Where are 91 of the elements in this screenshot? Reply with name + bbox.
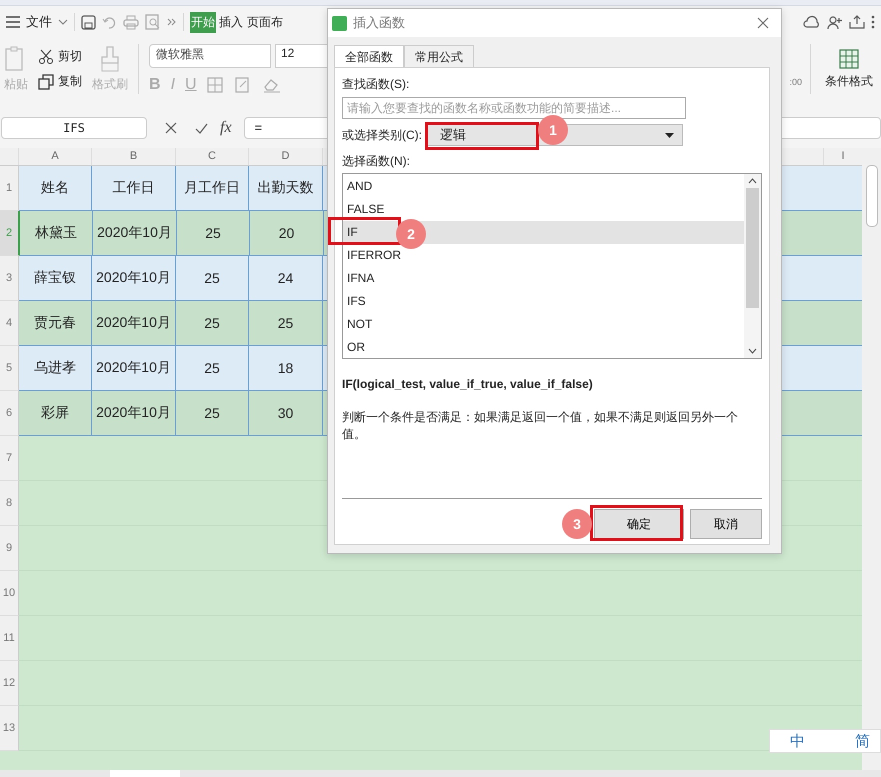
close-icon[interactable]: [757, 17, 769, 29]
table-cell: 月工作日: [176, 166, 249, 211]
dialog-tab[interactable]: 全部函数: [334, 45, 404, 67]
table-cell: 薛宝钗: [19, 256, 92, 301]
table-cell: 20: [250, 211, 324, 256]
row-header[interactable]: 4: [0, 301, 19, 346]
row-header[interactable]: 6: [0, 391, 19, 436]
search-field[interactable]: 请输入您要查找的函数名称或函数功能的简要描述...: [342, 97, 686, 119]
category-label: 或选择类别(C):: [342, 126, 422, 144]
row-header[interactable]: 5: [0, 346, 19, 391]
table-cell: 林黛玉: [20, 211, 93, 256]
scroll-down-icon[interactable]: [748, 348, 757, 354]
table-cell: 18: [249, 346, 323, 391]
function-list-item[interactable]: AND: [343, 175, 744, 198]
copy-icon[interactable]: [38, 74, 54, 90]
caret-icon[interactable]: [665, 132, 674, 138]
row-header[interactable]: 1: [0, 166, 19, 211]
table-cell: 出勤天数: [249, 166, 323, 211]
chevron-down-icon[interactable]: [58, 19, 68, 25]
table-cell: 工作日: [92, 166, 176, 211]
ok-button[interactable]: 确定: [594, 509, 684, 539]
column-header[interactable]: D: [249, 148, 323, 165]
row-header[interactable]: 9: [0, 526, 19, 571]
font-dropdown[interactable]: 微软雅黑: [149, 44, 271, 68]
decimal-button[interactable]: :00: [789, 77, 802, 87]
table-cell: 2020年10月: [92, 301, 176, 346]
table-cell: 25: [176, 256, 249, 301]
function-description: 判断一个条件是否满足：如果满足返回一个值，如果不满足则返回另外一个值。: [342, 409, 739, 443]
scrollbar-thumb[interactable]: [866, 165, 878, 227]
ribbon-tab[interactable]: 页面布: [246, 12, 284, 32]
table-cell: 彩屏: [19, 391, 92, 436]
table-cell: 25: [176, 346, 249, 391]
row-header[interactable]: 12: [0, 661, 19, 706]
scroll-up-icon[interactable]: [748, 178, 757, 184]
cloud-icon[interactable]: [803, 15, 821, 29]
ribbon-tab[interactable]: 开始: [190, 12, 216, 32]
function-list-item[interactable]: FALSE: [343, 198, 744, 221]
more-icon[interactable]: [871, 15, 875, 29]
function-list-item[interactable]: IFNA: [343, 267, 744, 290]
ime-button[interactable]: 中: [790, 732, 805, 750]
table-cell: 2020年10月: [93, 211, 177, 256]
function-signature: IF(logical_test, value_if_true, value_if_false): [342, 377, 594, 391]
cancel-button[interactable]: 取消: [690, 509, 762, 539]
table-cell: 乌进孝: [19, 346, 92, 391]
table-cell: 25: [249, 301, 323, 346]
more-chevrons-icon[interactable]: [167, 18, 177, 26]
table-cell: 2020年10月: [92, 256, 176, 301]
column-header[interactable]: A: [19, 148, 92, 165]
row-header[interactable]: 3: [0, 256, 19, 301]
table-cell: 25: [176, 391, 249, 436]
column-header[interactable]: I: [824, 148, 862, 165]
row-header[interactable]: 13: [0, 706, 19, 751]
search-label: 查找函数(S):: [342, 76, 410, 93]
scissors-icon[interactable]: [38, 48, 54, 64]
cut-button[interactable]: 剪切: [58, 48, 82, 65]
name-box[interactable]: IFS: [1, 117, 147, 139]
copy-button[interactable]: 复制: [58, 73, 82, 90]
table-cell: 25: [176, 301, 249, 346]
app-logo-icon: [332, 16, 347, 30]
ribbon-tab[interactable]: 插入: [218, 12, 244, 32]
table-cell: 2020年10月: [92, 346, 176, 391]
grid-icon[interactable]: [839, 48, 859, 68]
column-header[interactable]: C: [176, 148, 249, 165]
check-icon[interactable]: [195, 122, 208, 134]
table-cell: 25: [177, 211, 250, 256]
row-header[interactable]: 11: [0, 616, 19, 661]
table-cell: 贾元春: [19, 301, 92, 346]
dialog-title: 插入函数: [353, 14, 405, 32]
function-list-label: 选择函数(N):: [342, 153, 411, 170]
table-cell: 24: [249, 256, 323, 301]
insert-function-button[interactable]: fx: [220, 119, 232, 137]
cancel-icon[interactable]: [165, 122, 177, 134]
scrollbar-thumb[interactable]: [746, 188, 759, 308]
conditional-format-button[interactable]: 条件格式: [825, 72, 873, 90]
ime-button[interactable]: 简: [855, 732, 870, 750]
add-user-icon[interactable]: [827, 14, 843, 30]
dialog-tab[interactable]: 常用公式: [404, 45, 474, 67]
function-list-item[interactable]: IFS: [343, 290, 744, 313]
row-header[interactable]: 8: [0, 481, 19, 526]
table-cell: 姓名: [19, 166, 92, 211]
menu-icon[interactable]: [6, 16, 20, 28]
save-icon[interactable]: [81, 14, 96, 30]
table-cell: 30: [249, 391, 323, 436]
file-menu[interactable]: 文件: [26, 13, 52, 31]
column-header[interactable]: B: [92, 148, 176, 165]
function-list-item[interactable]: OR: [343, 336, 744, 359]
function-list-item[interactable]: NOT: [343, 313, 744, 336]
table-cell: 2020年10月: [92, 391, 176, 436]
row-header[interactable]: 10: [0, 571, 19, 616]
row-header[interactable]: 7: [0, 436, 19, 481]
share-icon[interactable]: [849, 15, 865, 29]
